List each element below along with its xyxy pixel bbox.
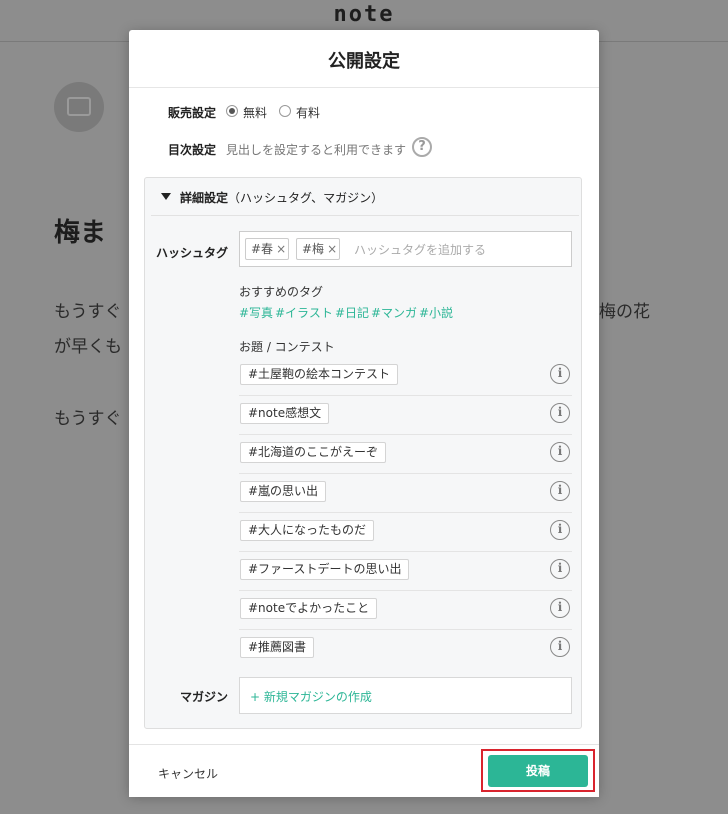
details-panel: 詳細設定（ハッシュタグ、マガジン） ハッシュタグ #春 × #梅 × ハッシュタグを… — [144, 177, 582, 729]
contest-row: #ファーストデートの思い出 i — [239, 551, 572, 591]
recommended-tag[interactable]: #日記 — [335, 304, 369, 321]
note-logo[interactable]: note — [0, 2, 728, 27]
article-title: 梅ま — [54, 218, 107, 248]
contest-tag[interactable]: #推薦図書 — [240, 637, 315, 658]
contest-tag[interactable]: #大人になったものだ — [240, 520, 375, 541]
contest-tag[interactable]: #土屋鞄の絵本コンテスト — [240, 364, 399, 385]
article-text-line2: が早くも — [54, 337, 122, 357]
details-toggle[interactable]: 詳細設定（ハッシュタグ、マガジン） — [151, 178, 579, 216]
remove-tag-icon[interactable]: × — [327, 242, 337, 256]
radio-paid-label[interactable]: 有料 — [296, 104, 320, 121]
contest-row: #note感想文 i — [239, 395, 572, 435]
dialog-header: 公開設定 — [129, 30, 599, 88]
toc-setting-label: 目次設定 — [168, 143, 217, 157]
toc-description: 見出しを設定すると利用できます — [226, 143, 407, 157]
contest-tag[interactable]: #ファーストデートの思い出 — [240, 559, 410, 580]
magazine-label: マガジン — [180, 690, 229, 704]
recommended-tag[interactable]: #小説 — [419, 304, 453, 321]
info-icon[interactable]: i — [550, 403, 570, 423]
details-title: 詳細設定（ハッシュタグ、マガジン） — [180, 191, 384, 205]
hashtag-label: ハッシュタグ — [156, 246, 229, 260]
dialog-footer: キャンセル 投稿 — [129, 744, 599, 797]
article-text-line3: もうすぐ — [54, 409, 122, 429]
article-text-line1-right: 梅の花 — [599, 302, 650, 322]
info-icon[interactable]: i — [550, 520, 570, 540]
contest-row: #推薦図書 i — [239, 629, 572, 668]
recommended-tag[interactable]: #イラスト — [275, 304, 333, 321]
create-magazine-link[interactable]: + 新規マガジンの作成 — [250, 688, 372, 705]
recommended-tag[interactable]: #写真 — [239, 304, 273, 321]
contest-tag[interactable]: #note感想文 — [240, 403, 330, 424]
help-icon[interactable]: ? — [412, 137, 432, 157]
dialog-title: 公開設定 — [328, 51, 400, 72]
info-icon[interactable]: i — [550, 637, 570, 657]
triangle-down-icon — [161, 193, 171, 200]
contest-title: お題 / コンテスト — [239, 340, 335, 354]
header-image-button[interactable] — [54, 82, 104, 132]
radio-free[interactable] — [226, 105, 238, 117]
hashtag-chip: #春 × — [245, 238, 289, 260]
info-icon[interactable]: i — [550, 598, 570, 618]
recommended-tag[interactable]: #マンガ — [371, 304, 417, 321]
info-icon[interactable]: i — [550, 559, 570, 579]
contest-row: #土屋鞄の絵本コンテスト i — [239, 356, 572, 396]
info-icon[interactable]: i — [550, 481, 570, 501]
contest-tag[interactable]: #北海道のここがえーぞ — [240, 442, 387, 463]
post-button[interactable]: 投稿 — [488, 755, 588, 787]
info-icon[interactable]: i — [550, 442, 570, 462]
radio-paid[interactable] — [279, 105, 291, 117]
radio-free-label[interactable]: 無料 — [243, 104, 267, 121]
hashtag-chip: #梅 × — [296, 238, 340, 260]
remove-tag-icon[interactable]: × — [276, 242, 286, 256]
contest-tag[interactable]: #嵐の思い出 — [240, 481, 327, 502]
contest-row: #嵐の思い出 i — [239, 473, 572, 513]
magazine-box: + 新規マガジンの作成 — [239, 677, 572, 714]
info-icon[interactable]: i — [550, 364, 570, 384]
article-text-line1: もうすぐ — [54, 302, 122, 322]
contest-row: #大人になったものだ i — [239, 512, 572, 552]
image-icon — [67, 97, 91, 116]
hashtag-placeholder: ハッシュタグを追加する — [354, 243, 487, 257]
sales-setting-label: 販売設定 — [168, 106, 217, 120]
contest-row: #noteでよかったこと i — [239, 590, 572, 630]
cancel-button[interactable]: キャンセル — [158, 765, 218, 782]
publish-settings-dialog: 公開設定 販売設定 無料 有料 目次設定 見出しを設定すると利用できます ? 詳… — [129, 30, 599, 797]
hashtag-input[interactable]: #春 × #梅 × ハッシュタグを追加する — [239, 231, 572, 267]
contest-tag[interactable]: #noteでよかったこと — [240, 598, 378, 619]
contest-row: #北海道のここがえーぞ i — [239, 434, 572, 474]
recommended-tags-title: おすすめのタグ — [239, 285, 324, 299]
